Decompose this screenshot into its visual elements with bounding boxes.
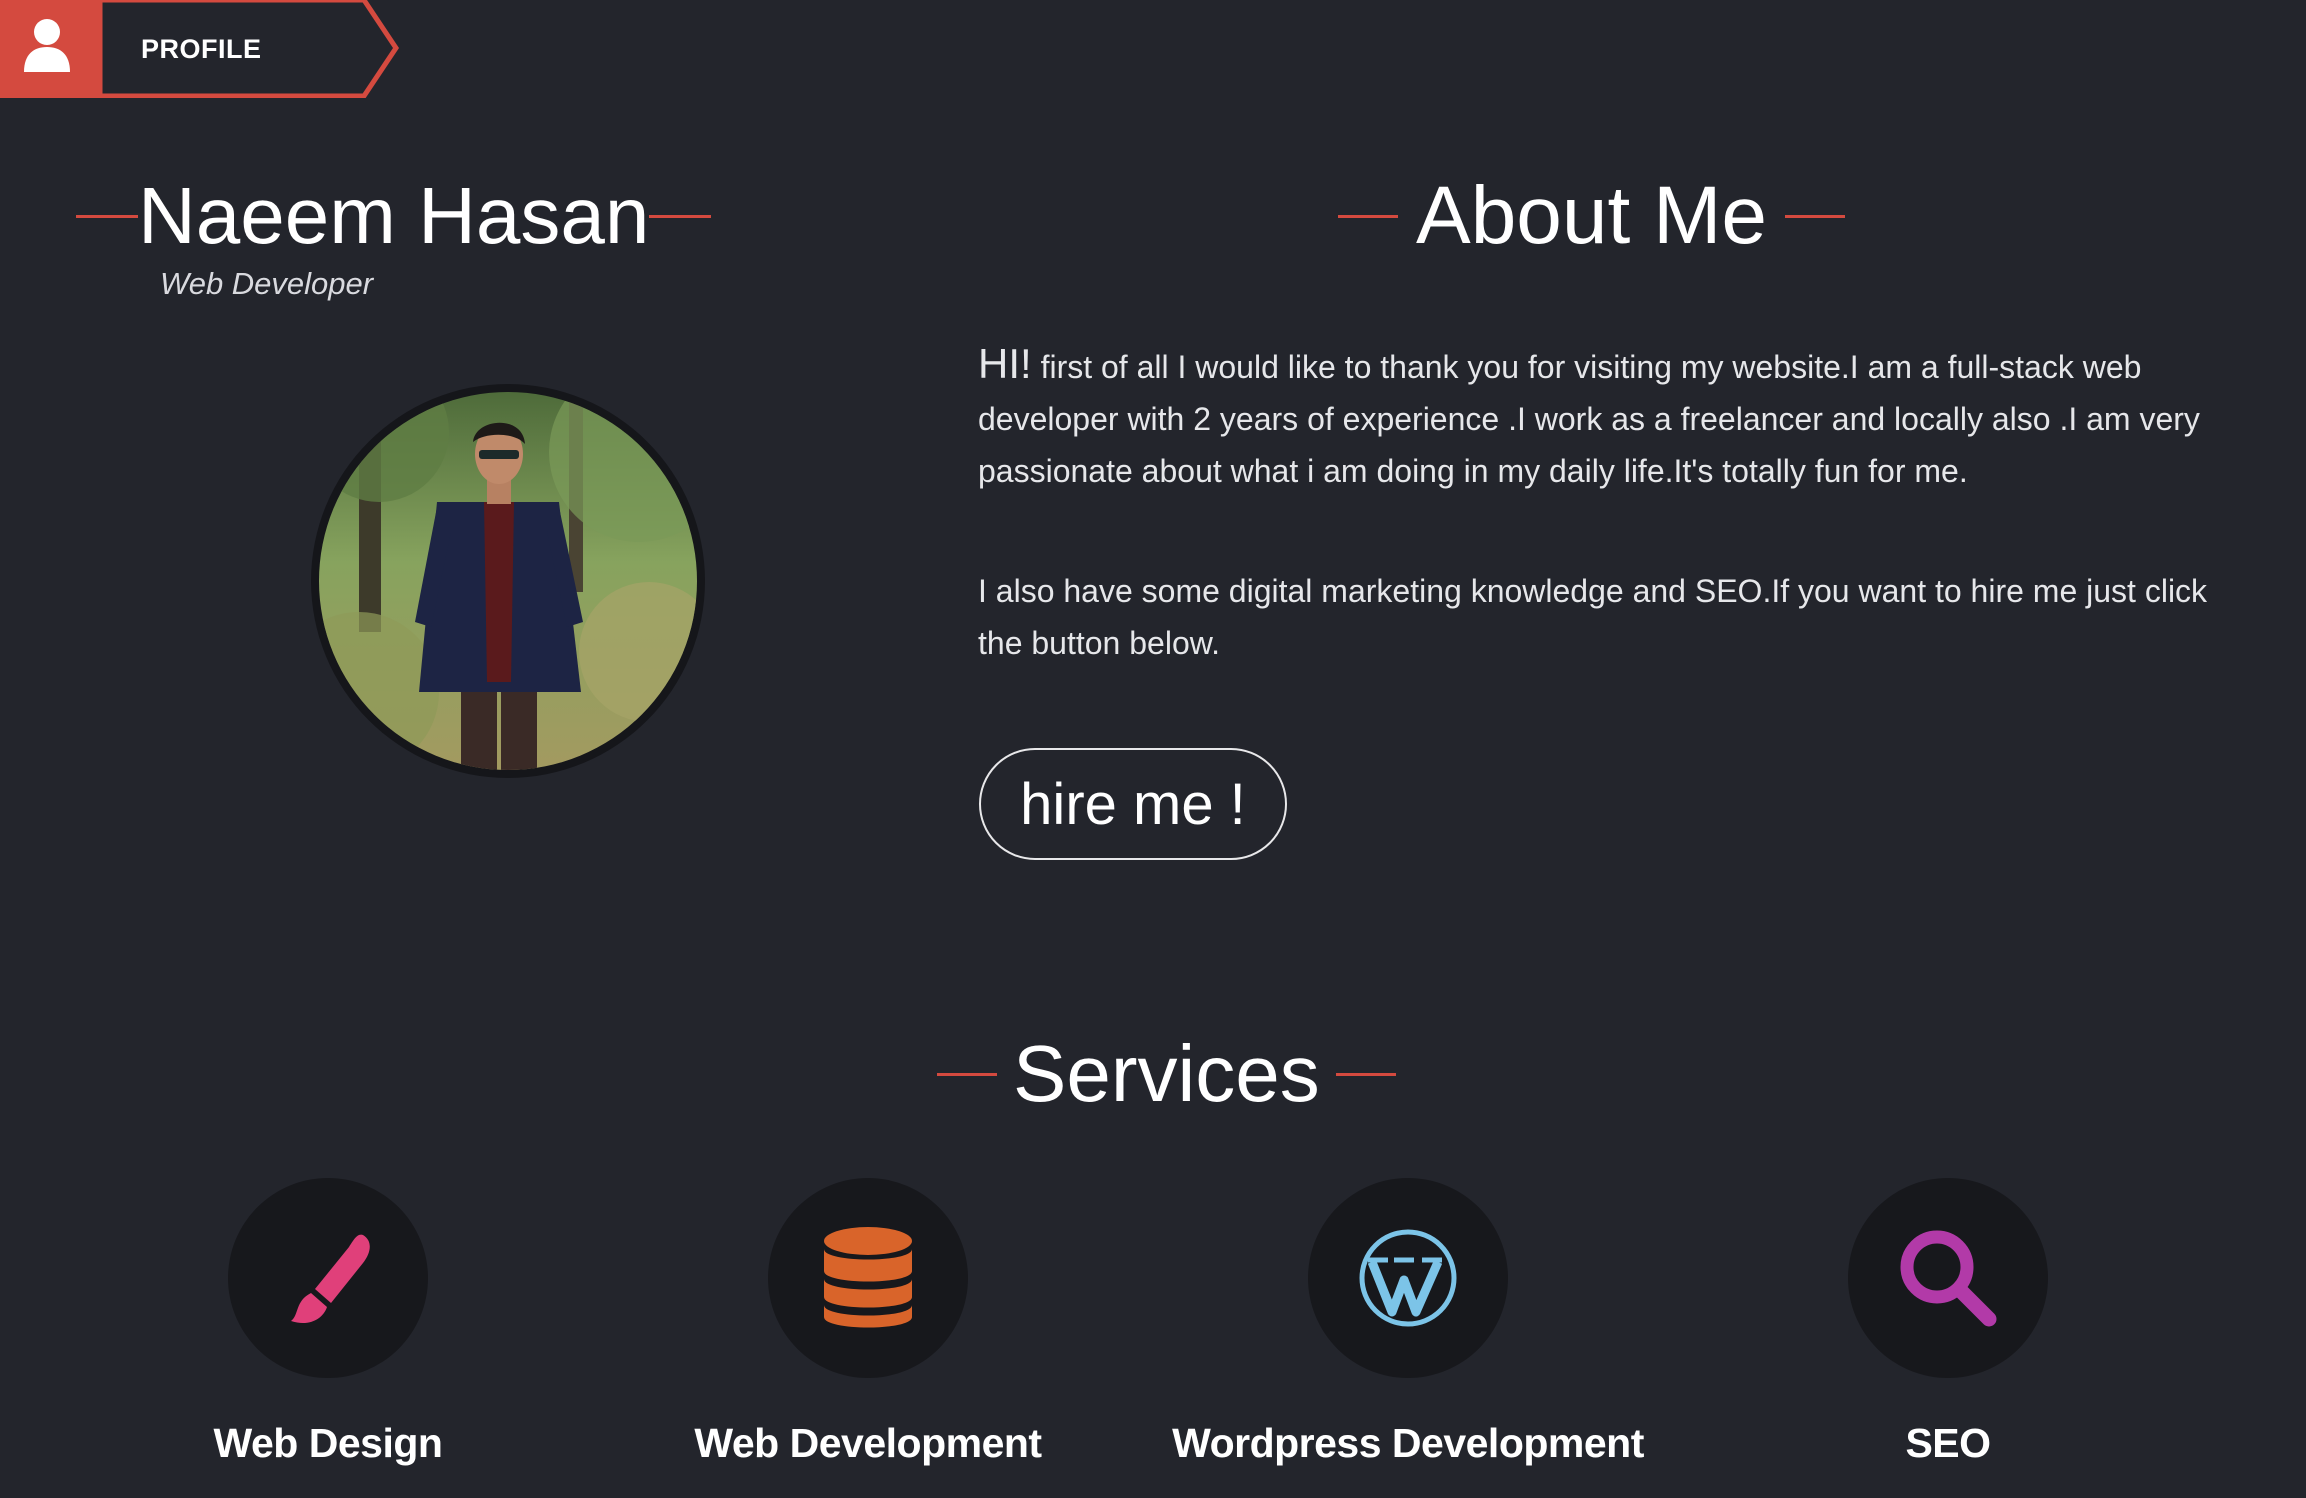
service-icon-circle — [228, 1178, 428, 1378]
services-heading: Services — [937, 1028, 1396, 1120]
profile-name: Naeem Hasan — [138, 171, 650, 260]
service-icon-circle — [1308, 1178, 1508, 1378]
user-icon — [24, 19, 70, 72]
hire-me-button[interactable]: hire me ! — [979, 748, 1287, 860]
service-label: Web Design — [213, 1420, 443, 1466]
service-seo: SEO — [1678, 1178, 2218, 1467]
heading-dash-left — [937, 1072, 997, 1076]
service-label: Wordpress Development — [1172, 1420, 1644, 1466]
service-icon-circle — [1848, 1178, 2048, 1378]
wordpress-icon — [1359, 1229, 1457, 1327]
service-web-development: Web Development — [598, 1178, 1138, 1467]
profile-page: PROFILE Naeem Hasan Web Developer About … — [0, 0, 2306, 1498]
heading-dash-right — [649, 214, 712, 218]
service-label: Web Development — [694, 1420, 1042, 1466]
about-paragraph-1-text: first of all I would like to thank you f… — [978, 349, 2200, 489]
profile-photo — [319, 392, 697, 770]
about-title: About Me — [1416, 170, 1767, 261]
heading-dash-left — [1338, 214, 1398, 218]
heading-dash-right — [1335, 1072, 1396, 1076]
profile-tab-label: PROFILE — [141, 34, 262, 64]
about-heading: About Me — [1338, 170, 1845, 262]
service-wordpress-development: Wordpress Development — [1138, 1178, 1678, 1467]
avatar — [311, 384, 705, 778]
database-icon — [824, 1227, 912, 1328]
heading-dash-right — [1784, 214, 1845, 218]
about-paragraph-2: I also have some digital marketing knowl… — [978, 573, 2208, 661]
about-text: HI! first of all I would like to thank y… — [978, 338, 2208, 737]
search-icon — [1900, 1230, 1997, 1327]
heading-dash-left — [76, 214, 138, 218]
name-heading: Naeem Hasan — [76, 170, 712, 262]
profile-tab[interactable]: PROFILE — [0, 0, 400, 98]
services-title: Services — [1013, 1029, 1320, 1118]
paintbrush-icon — [291, 1234, 370, 1324]
about-greeting: HI! — [978, 340, 1032, 387]
profile-title: Web Developer — [160, 266, 374, 301]
service-web-design: Web Design — [58, 1178, 598, 1467]
service-label: SEO — [1905, 1420, 1991, 1466]
about-paragraph-1: HI! first of all I would like to thank y… — [978, 338, 2208, 497]
service-icon-circle — [768, 1178, 968, 1378]
